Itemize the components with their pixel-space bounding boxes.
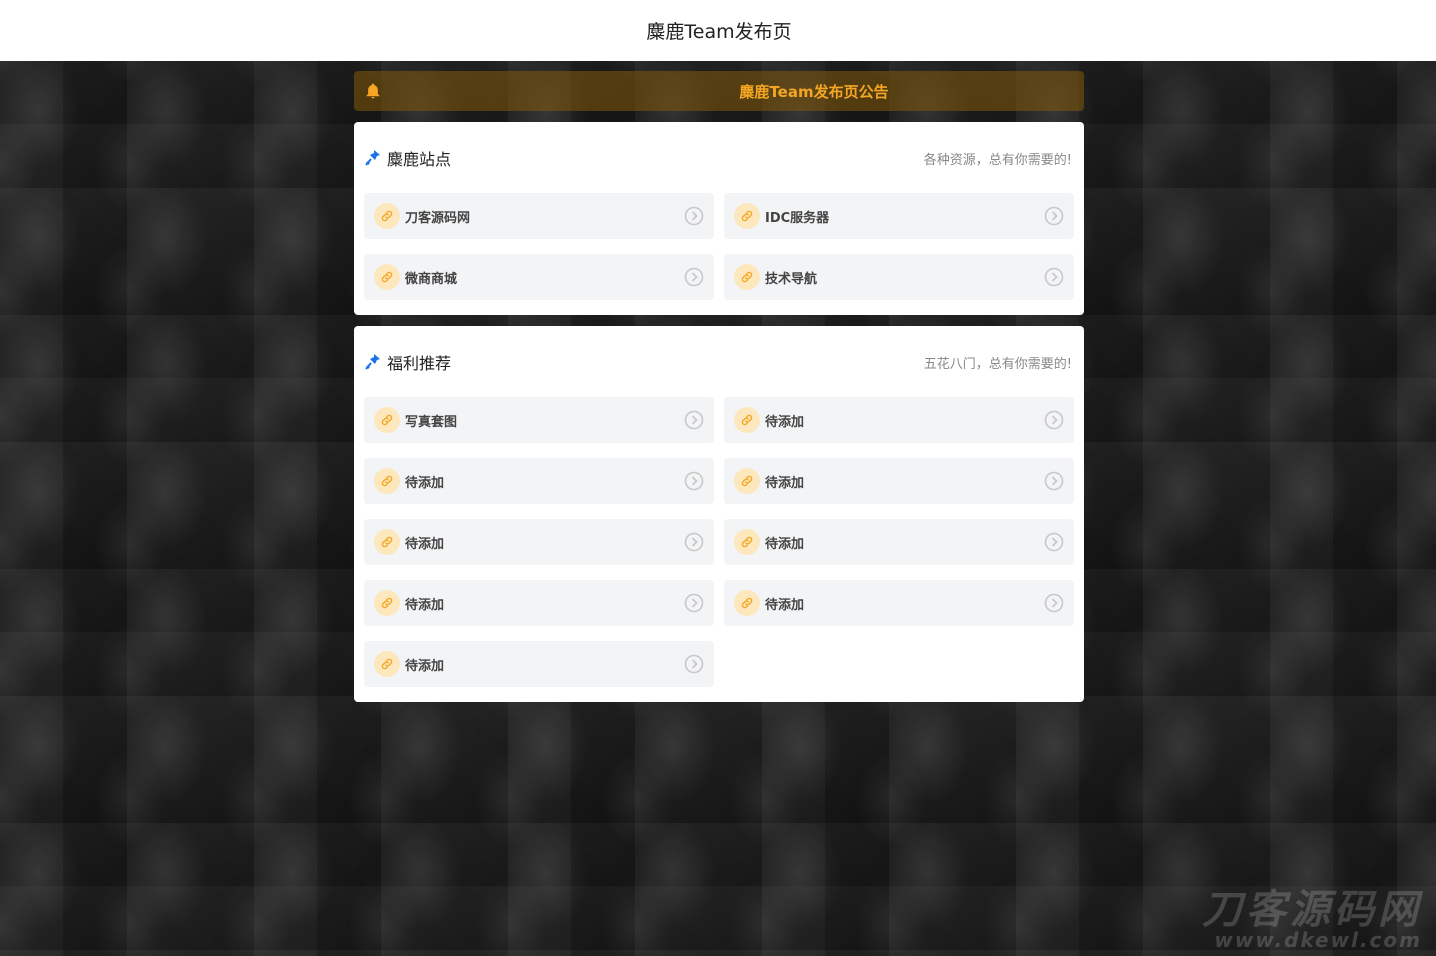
link-icon — [374, 203, 400, 229]
chevron-right-circle-icon — [1044, 206, 1064, 226]
chevron-right-circle-icon — [684, 532, 704, 552]
link-item[interactable]: 写真套图 — [364, 397, 714, 443]
chevron-right-circle-icon — [1044, 532, 1064, 552]
link-item[interactable]: 待添加 — [724, 458, 1074, 504]
link-grid: 写真套图 待添加 待添加 待添加 待添加 待添加 待添加 待添加 待添加 — [364, 397, 1074, 687]
pin-icon — [365, 354, 380, 370]
bell-icon — [366, 83, 380, 99]
link-label: 写真套图 — [405, 414, 458, 430]
notice-bar[interactable]: 麋鹿Team发布页公告 — [354, 71, 1084, 111]
link-icon — [374, 651, 400, 677]
link-label: IDC服务器 — [765, 210, 830, 226]
watermark-sub: www.dkewl.com — [1214, 928, 1422, 952]
link-icon — [734, 203, 760, 229]
section-header: 福利推荐 五花八门，总有你需要的! — [364, 336, 1074, 388]
link-label: 待添加 — [405, 597, 445, 613]
section-milu-sites: 麋鹿站点 各种资源，总有你需要的! 刀客源码网 IDC服务器 微商商城 技术导航 — [354, 122, 1084, 315]
section-title-wrap: 麋鹿站点 — [365, 146, 451, 170]
link-label: 待添加 — [405, 475, 445, 491]
section-header: 麋鹿站点 各种资源，总有你需要的! — [364, 132, 1074, 184]
link-icon — [734, 529, 760, 555]
link-icon — [374, 468, 400, 494]
link-item[interactable]: 待添加 — [364, 458, 714, 504]
section-welfare: 福利推荐 五花八门，总有你需要的! 写真套图 待添加 待添加 待添加 待添加 待… — [354, 326, 1084, 702]
site-watermark: 刀客源码网 www.dkewl.com — [1202, 890, 1422, 950]
link-label: 刀客源码网 — [405, 210, 471, 226]
link-label: 待添加 — [405, 658, 445, 674]
notice-text: 麋鹿Team发布页公告 — [739, 82, 889, 101]
section-title: 福利推荐 — [387, 354, 452, 373]
link-icon — [734, 590, 760, 616]
link-item[interactable]: 待添加 — [724, 397, 1074, 443]
link-item[interactable]: 微商商城 — [364, 254, 714, 300]
link-item[interactable]: 待添加 — [364, 641, 714, 687]
chevron-right-circle-icon — [684, 471, 704, 491]
link-label: 待添加 — [765, 475, 805, 491]
chevron-right-circle-icon — [684, 593, 704, 613]
section-subtitle: 五花八门，总有你需要的! — [923, 356, 1072, 372]
link-icon — [374, 529, 400, 555]
page-title: 麋鹿Team发布页 — [646, 21, 792, 43]
link-item[interactable]: 技术导航 — [724, 254, 1074, 300]
link-label: 待添加 — [765, 597, 805, 613]
section-subtitle: 各种资源，总有你需要的! — [923, 152, 1072, 168]
link-icon — [734, 468, 760, 494]
link-item[interactable]: 待添加 — [724, 519, 1074, 565]
chevron-right-circle-icon — [1044, 410, 1064, 430]
chevron-right-circle-icon — [684, 410, 704, 430]
pin-icon — [365, 150, 380, 166]
chevron-right-circle-icon — [684, 206, 704, 226]
chevron-right-circle-icon — [1044, 267, 1064, 287]
link-icon — [734, 264, 760, 290]
link-label: 待添加 — [405, 536, 445, 552]
link-icon — [374, 407, 400, 433]
watermark-main: 刀客源码网 — [1202, 887, 1422, 933]
chevron-right-circle-icon — [1044, 471, 1064, 491]
main-container: 麋鹿Team发布页公告 麋鹿站点 各种资源，总有你需要的! 刀客源码网 IDC服… — [354, 71, 1084, 702]
link-item[interactable]: 待添加 — [364, 580, 714, 626]
chevron-right-circle-icon — [1044, 593, 1064, 613]
link-item[interactable]: 刀客源码网 — [364, 193, 714, 239]
chevron-right-circle-icon — [684, 654, 704, 674]
link-item[interactable]: IDC服务器 — [724, 193, 1074, 239]
section-title: 麋鹿站点 — [387, 150, 452, 169]
link-icon — [734, 407, 760, 433]
link-label: 待添加 — [765, 414, 805, 430]
top-header: 麋鹿Team发布页 — [0, 0, 1436, 61]
link-label: 技术导航 — [765, 271, 818, 287]
link-icon — [374, 590, 400, 616]
link-item[interactable]: 待添加 — [364, 519, 714, 565]
link-item[interactable]: 待添加 — [724, 580, 1074, 626]
link-grid: 刀客源码网 IDC服务器 微商商城 技术导航 — [364, 193, 1074, 300]
section-title-wrap: 福利推荐 — [365, 350, 451, 374]
link-label: 微商商城 — [405, 271, 458, 287]
chevron-right-circle-icon — [684, 267, 704, 287]
link-icon — [374, 264, 400, 290]
link-label: 待添加 — [765, 536, 805, 552]
